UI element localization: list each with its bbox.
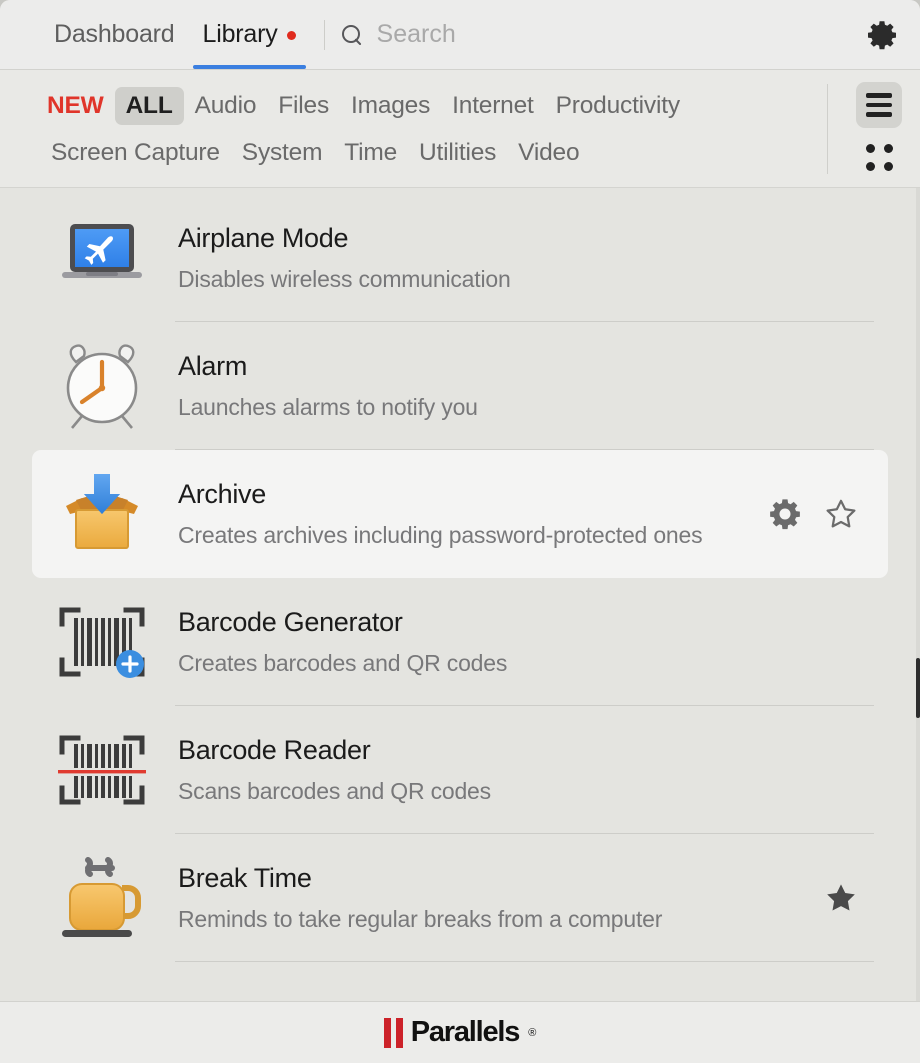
tab-library-label: Library bbox=[203, 20, 278, 49]
gear-icon bbox=[866, 19, 898, 51]
barcode-reader-icon bbox=[50, 718, 154, 822]
tab-dashboard[interactable]: Dashboard bbox=[40, 0, 189, 69]
view-toggle-group bbox=[856, 82, 902, 180]
tool-description: Disables wireless communication bbox=[178, 265, 858, 294]
tool-text-airplane-mode: Airplane Mode Disables wireless communic… bbox=[154, 222, 858, 294]
grid-view-icon bbox=[866, 144, 893, 171]
star-outline-icon bbox=[824, 497, 858, 531]
tool-description: Creates archives including password-prot… bbox=[178, 521, 768, 550]
tool-row-airplane-mode[interactable]: Airplane Mode Disables wireless communic… bbox=[32, 194, 888, 322]
coffee-cup-icon bbox=[50, 846, 154, 950]
airplane-mode-icon bbox=[50, 206, 154, 310]
category-files[interactable]: Files bbox=[267, 87, 340, 125]
scrollbar-track[interactable] bbox=[916, 188, 920, 1001]
row-separator bbox=[175, 961, 874, 962]
tool-description: Launches alarms to notify you bbox=[178, 393, 858, 422]
tool-name: Barcode Generator bbox=[178, 606, 858, 640]
tab-dashboard-label: Dashboard bbox=[54, 20, 175, 49]
view-toggle-divider bbox=[827, 84, 828, 174]
footer-bar: Parallels ® bbox=[0, 1001, 920, 1063]
search-input[interactable] bbox=[377, 20, 707, 49]
registered-mark: ® bbox=[528, 1027, 536, 1039]
category-bar: NEW ALL Audio Files Images Internet Prod… bbox=[0, 70, 920, 188]
tool-actions bbox=[768, 497, 868, 531]
top-bar: Dashboard Library bbox=[0, 0, 920, 70]
search-icon bbox=[341, 24, 363, 46]
tool-text-barcode-generator: Barcode Generator Creates barcodes and Q… bbox=[154, 606, 858, 678]
category-audio[interactable]: Audio bbox=[184, 87, 268, 125]
category-utilities[interactable]: Utilities bbox=[408, 134, 507, 172]
tool-name: Archive bbox=[178, 478, 768, 512]
list-view-icon bbox=[866, 93, 892, 117]
search-area[interactable] bbox=[341, 20, 862, 49]
list-view-button[interactable] bbox=[856, 82, 902, 128]
tool-settings-button[interactable] bbox=[768, 497, 802, 531]
tool-text-archive: Archive Creates archives including passw… bbox=[154, 478, 768, 550]
category-row-2: Screen Capture System Time Utilities Vid… bbox=[40, 129, 810, 176]
category-video[interactable]: Video bbox=[507, 134, 590, 172]
tool-row-alarm[interactable]: Alarm Launches alarms to notify you bbox=[32, 322, 888, 450]
gear-icon bbox=[768, 497, 802, 531]
category-system[interactable]: System bbox=[231, 134, 333, 172]
barcode-generator-icon bbox=[50, 590, 154, 694]
category-images[interactable]: Images bbox=[340, 87, 441, 125]
scrollbar-thumb[interactable] bbox=[916, 658, 920, 718]
tool-row-barcode-reader[interactable]: Barcode Reader Scans barcodes and QR cod… bbox=[32, 706, 888, 834]
tool-description: Scans barcodes and QR codes bbox=[178, 777, 858, 806]
tool-text-barcode-reader: Barcode Reader Scans barcodes and QR cod… bbox=[154, 734, 858, 806]
favorite-star-button[interactable] bbox=[824, 497, 858, 531]
alarm-clock-icon bbox=[50, 334, 154, 438]
category-productivity[interactable]: Productivity bbox=[545, 87, 691, 125]
tool-list[interactable]: Airplane Mode Disables wireless communic… bbox=[0, 188, 920, 1001]
tool-name: Break Time bbox=[178, 862, 824, 896]
main-tabs: Dashboard Library bbox=[40, 0, 310, 69]
category-all[interactable]: ALL bbox=[115, 87, 184, 125]
category-time[interactable]: Time bbox=[333, 134, 408, 172]
new-items-dot-badge bbox=[287, 31, 296, 40]
header-divider bbox=[324, 20, 325, 50]
favorite-star-button[interactable] bbox=[824, 881, 858, 915]
star-filled-icon bbox=[824, 881, 858, 915]
grid-view-button[interactable] bbox=[856, 134, 902, 180]
tool-name: Barcode Reader bbox=[178, 734, 858, 768]
tool-row-barcode-generator[interactable]: Barcode Generator Creates barcodes and Q… bbox=[32, 578, 888, 706]
tab-library[interactable]: Library bbox=[189, 0, 310, 69]
category-internet[interactable]: Internet bbox=[441, 87, 544, 125]
tool-row-archive[interactable]: Archive Creates archives including passw… bbox=[32, 450, 888, 578]
tool-description: Creates barcodes and QR codes bbox=[178, 649, 858, 678]
tool-description: Reminds to take regular breaks from a co… bbox=[178, 905, 824, 934]
active-tab-underline bbox=[193, 65, 306, 69]
tool-actions bbox=[824, 881, 868, 915]
tool-name: Alarm bbox=[178, 350, 858, 384]
category-row-1: NEW ALL Audio Files Images Internet Prod… bbox=[40, 82, 810, 129]
tool-row-break-time[interactable]: Break Time Reminds to take regular break… bbox=[32, 834, 888, 962]
parallels-wordmark: Parallels bbox=[411, 1016, 520, 1049]
category-rows: NEW ALL Audio Files Images Internet Prod… bbox=[0, 82, 920, 176]
tool-text-break-time: Break Time Reminds to take regular break… bbox=[154, 862, 824, 934]
toolbox-window: Dashboard Library NEW ALL Au bbox=[0, 0, 920, 1063]
category-screen-capture[interactable]: Screen Capture bbox=[40, 134, 231, 172]
archive-box-icon bbox=[50, 462, 154, 566]
tool-text-alarm: Alarm Launches alarms to notify you bbox=[154, 350, 858, 422]
category-new[interactable]: NEW bbox=[40, 87, 115, 125]
tool-name: Airplane Mode bbox=[178, 222, 858, 256]
parallels-logo: Parallels ® bbox=[384, 1016, 537, 1049]
parallels-bars-icon bbox=[384, 1018, 403, 1048]
settings-gear-button[interactable] bbox=[862, 15, 902, 55]
